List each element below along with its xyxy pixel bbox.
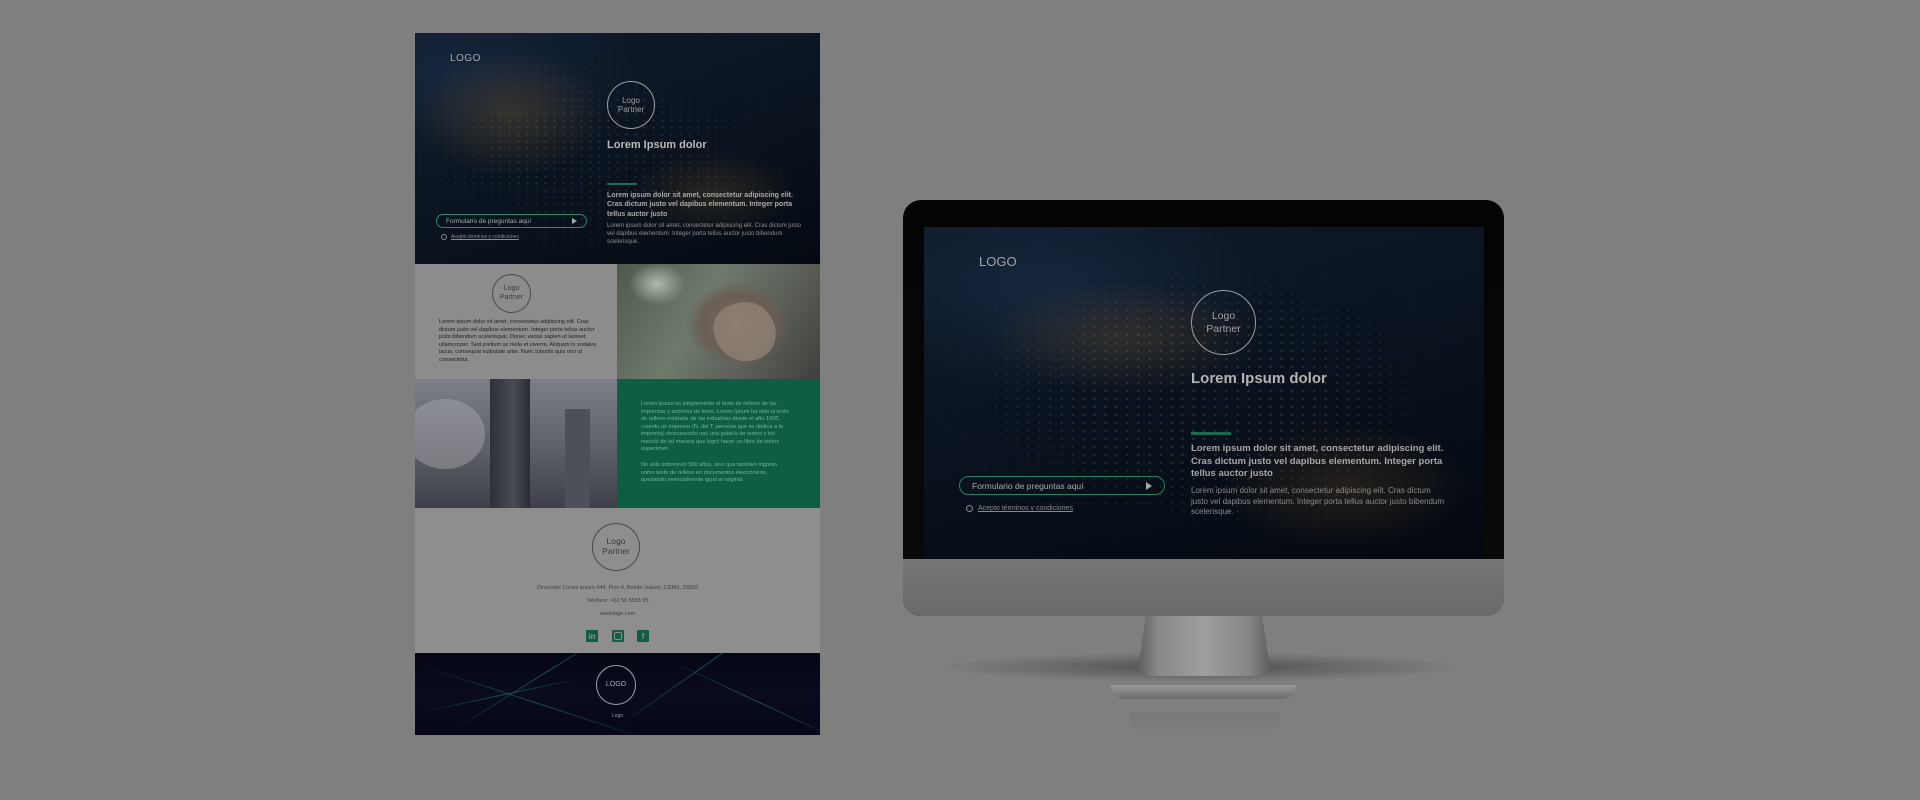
- partner-logo-badge: Logo Partner: [492, 274, 531, 313]
- website-link[interactable]: www.logo.com: [415, 611, 820, 617]
- screen-body-text: Lorem ipsum dolor sit amet, consectetur …: [1191, 486, 1445, 517]
- hero-body-text: Lorem ipsum dolor sit amet, consectetur …: [607, 223, 802, 246]
- partner-intro-section: Logo Partner Lorem ipsum dolor sit amet, …: [415, 264, 820, 379]
- hero-section: LOGO Logo Partner Lorem Ipsum dolor Lorem…: [415, 33, 820, 264]
- screen-logo: LOGO: [979, 254, 1017, 269]
- phone-text: Teléfono: +52 55 5555 55: [586, 598, 649, 604]
- hero-logo: LOGO: [450, 53, 481, 64]
- footer-section: LOGO Logo: [415, 653, 820, 735]
- partner-logo-line1: Logo: [622, 95, 640, 105]
- play-icon: [572, 218, 577, 224]
- accent-divider: [607, 183, 637, 185]
- questions-form-button[interactable]: Formulario de preguntas aquí: [959, 476, 1165, 495]
- accent-divider: [1191, 432, 1231, 435]
- instagram-icon[interactable]: [612, 630, 624, 642]
- partner-logo-badge: Logo Partner: [592, 523, 640, 571]
- contact-section: Logo Partner Dirección: Lorem ipsum 444, …: [415, 508, 820, 653]
- hands-photo: [617, 264, 820, 379]
- monitor-base: [1111, 685, 1296, 699]
- screen-lead-text: Lorem ipsum dolor sit amet, consectetur …: [1191, 443, 1444, 480]
- terms-checkbox[interactable]: Acepto términos y condiciones: [441, 234, 519, 240]
- form-button-label: Formulario de preguntas aquí: [972, 480, 1084, 491]
- landing-page-mockup: LOGO Logo Partner Lorem Ipsum dolor Lorem…: [415, 33, 820, 735]
- monitor-screen: LOGO Logo Partner Lorem Ipsum dolor Lorem…: [924, 227, 1484, 559]
- monitor-stand: [1138, 616, 1270, 676]
- green-paragraph-1: Lorem Ipsum es simplemente el texto de r…: [641, 401, 789, 453]
- partner-intro-text: Lorem ipsum dolor sit amet, consectetur …: [439, 319, 597, 363]
- play-icon: [1146, 481, 1152, 490]
- radio-icon[interactable]: [966, 505, 973, 512]
- hero-lead-text: Lorem ipsum dolor sit amet, consectetur …: [607, 192, 793, 218]
- form-button-label: Formulario de preguntas aquí: [446, 217, 532, 225]
- partner-intro-panel: Logo Partner Lorem ipsum dolor sit amet, …: [415, 264, 617, 379]
- green-paragraph-2: No sólo sobrevivió 500 años, sino que ta…: [641, 462, 777, 484]
- footer-text: Logo: [611, 713, 624, 719]
- partner-logo-line1: Logo: [503, 285, 520, 293]
- partner-logo-line2: Partner: [1206, 322, 1241, 335]
- terms-link[interactable]: Acepto términos y condiciones: [978, 505, 1073, 512]
- partner-logo-line2: Partner: [500, 293, 523, 301]
- city-section: Lorem Ipsum es simplemente el texto de r…: [415, 379, 820, 508]
- partner-logo-line2: Partner: [602, 546, 630, 556]
- linkedin-icon[interactable]: in: [586, 630, 598, 642]
- radio-icon[interactable]: [441, 234, 447, 240]
- hero-title: Lorem Ipsum dolor: [607, 139, 707, 151]
- address-text: Dirección: Lorem ipsum 444, Piso 4, Beni…: [536, 585, 699, 591]
- screen-title: Lorem Ipsum dolor: [1191, 370, 1327, 387]
- facebook-icon[interactable]: f: [637, 630, 649, 642]
- partner-logo-line1: Logo: [1211, 310, 1236, 323]
- partner-logo-badge: Logo Partner: [1191, 290, 1256, 355]
- questions-form-button[interactable]: Formulario de preguntas aquí: [436, 214, 587, 228]
- terms-checkbox[interactable]: Acepto términos y condiciones: [966, 505, 1073, 512]
- stand-reflection: [1130, 712, 1280, 737]
- monitor-frame: LOGO Logo Partner Lorem Ipsum dolor Lorem…: [903, 200, 1504, 616]
- terms-link[interactable]: Acepto términos y condiciones: [451, 234, 519, 240]
- green-text-panel: Lorem Ipsum es simplemente el texto de r…: [617, 379, 820, 508]
- footer-logo-badge: LOGO: [596, 665, 636, 705]
- partner-logo-line2: Partner: [617, 105, 645, 114]
- skyscraper-photo: [415, 379, 617, 508]
- partner-logo-badge: Logo Partner: [607, 81, 655, 129]
- monitor-chin: [903, 559, 1504, 616]
